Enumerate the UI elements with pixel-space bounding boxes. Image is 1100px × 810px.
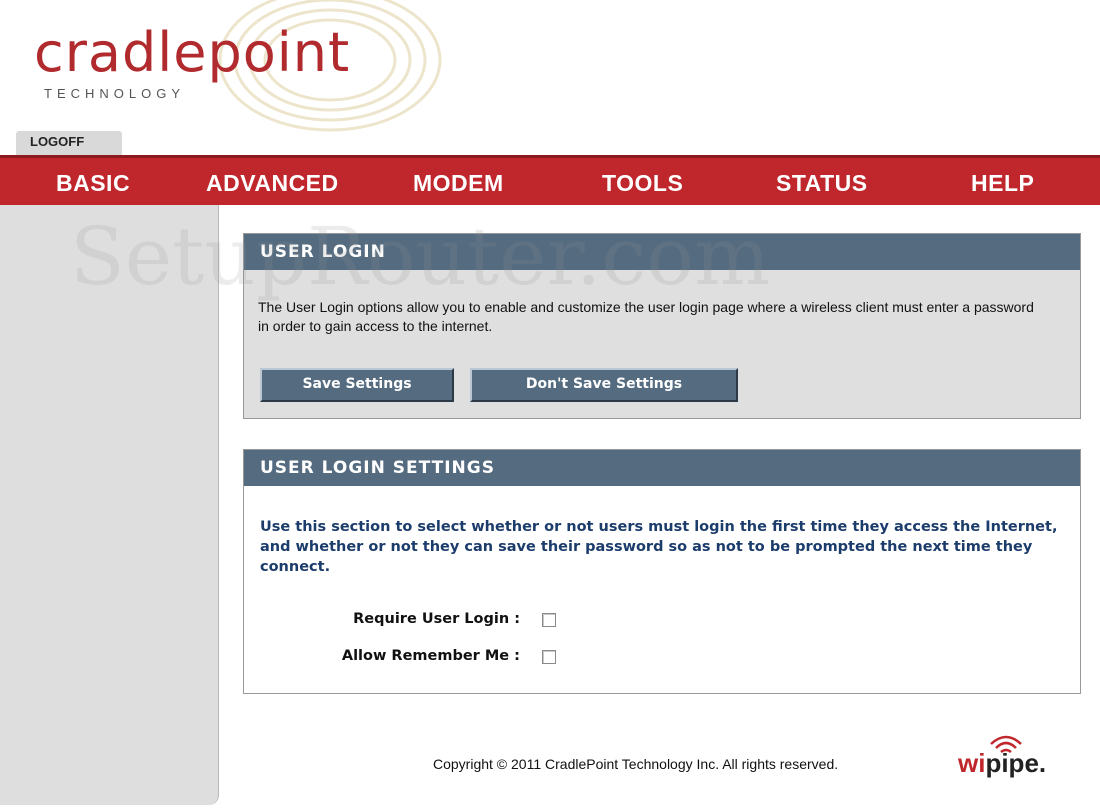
nav-modem[interactable]: MODEM (413, 170, 504, 197)
nav-advanced[interactable]: ADVANCED (206, 170, 339, 197)
wipipe-logo: wipipe. (958, 730, 1068, 780)
require-user-login-checkbox[interactable] (542, 613, 556, 627)
wipipe-wordmark: wipipe. (958, 748, 1046, 779)
wipipe-wordmark-dot: . (1038, 748, 1047, 778)
save-settings-button[interactable]: Save Settings (260, 368, 454, 402)
user-login-panel: USER LOGIN The User Login options allow … (243, 233, 1081, 419)
header: cradlepoint TECHNOLOGY (0, 0, 1100, 132)
allow-remember-me-label: Allow Remember Me : (341, 648, 520, 664)
cradlepoint-logo: cradlepoint (34, 21, 351, 84)
user-login-settings-panel: USER LOGIN SETTINGS Use this section to … (243, 449, 1081, 694)
logoff-tab[interactable]: LOGOFF (16, 131, 122, 155)
copyright-text: Copyright © 2011 CradlePoint Technology … (433, 756, 839, 772)
nav-help[interactable]: HELP (971, 170, 1034, 197)
user-login-settings-title: USER LOGIN SETTINGS (244, 450, 1080, 486)
dont-save-settings-button[interactable]: Don't Save Settings (470, 368, 738, 402)
user-login-title: USER LOGIN (244, 234, 1080, 270)
nav-tools[interactable]: TOOLS (602, 170, 683, 197)
require-user-login-label: Require User Login : (353, 611, 520, 627)
left-sidebar (0, 205, 219, 805)
nav-status[interactable]: STATUS (776, 170, 868, 197)
allow-remember-me-checkbox[interactable] (542, 650, 556, 664)
user-login-description: The User Login options allow you to enab… (258, 299, 1034, 334)
main-nav: BASIC ADVANCED MODEM TOOLS STATUS HELP (0, 155, 1100, 205)
logo-subtitle: TECHNOLOGY (44, 86, 186, 101)
user-login-settings-description: Use this section to select whether or no… (260, 519, 1058, 575)
wipipe-wordmark-prefix: wi (958, 748, 986, 778)
wipipe-wordmark-suffix: pipe (985, 748, 1039, 778)
nav-basic[interactable]: BASIC (56, 170, 130, 197)
